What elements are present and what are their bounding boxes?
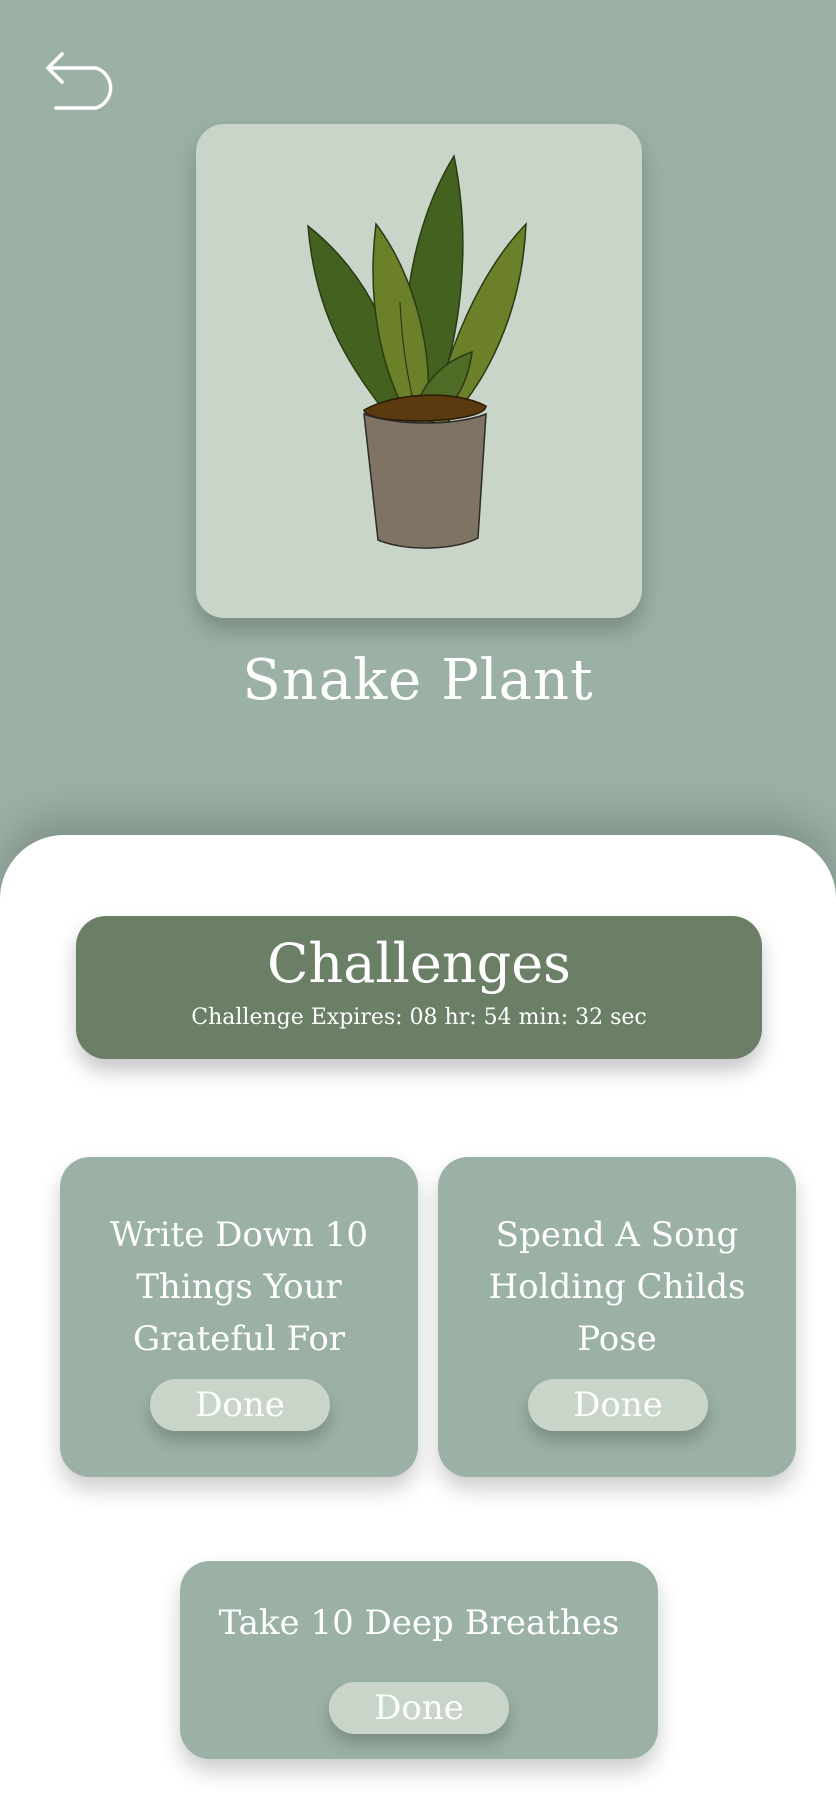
challenge-card-gratitude: Write Down 10 Things Your Grateful For D… — [60, 1157, 418, 1477]
plant-detail-screen: Snake Plant Challenges Challenge Expires… — [0, 0, 836, 1814]
challenge-expiry-timer: Challenge Expires: 08 hr: 54 min: 32 sec — [191, 1005, 647, 1030]
challenge-text: Spend A Song Holding Childs Pose — [488, 1215, 746, 1359]
done-button[interactable]: Done — [150, 1379, 330, 1431]
challenge-card-deep-breaths: Take 10 Deep Breathes Done — [180, 1561, 658, 1759]
plant-image-card — [196, 124, 642, 618]
challenge-text: Write Down 10 Things Your Grateful For — [110, 1215, 368, 1359]
done-button[interactable]: Done — [528, 1379, 708, 1431]
challenge-card-childs-pose: Spend A Song Holding Childs Pose Done — [438, 1157, 796, 1477]
snake-plant-illustration — [307, 153, 527, 549]
back-button[interactable] — [44, 50, 122, 112]
plant-name: Snake Plant — [242, 648, 594, 713]
challenge-text: Take 10 Deep Breathes — [218, 1603, 620, 1643]
pot — [363, 412, 487, 549]
challenges-header: Challenges Challenge Expires: 08 hr: 54 … — [76, 916, 762, 1059]
challenges-title: Challenges — [267, 932, 571, 995]
back-arrow-icon — [46, 52, 113, 110]
done-button[interactable]: Done — [329, 1682, 509, 1734]
